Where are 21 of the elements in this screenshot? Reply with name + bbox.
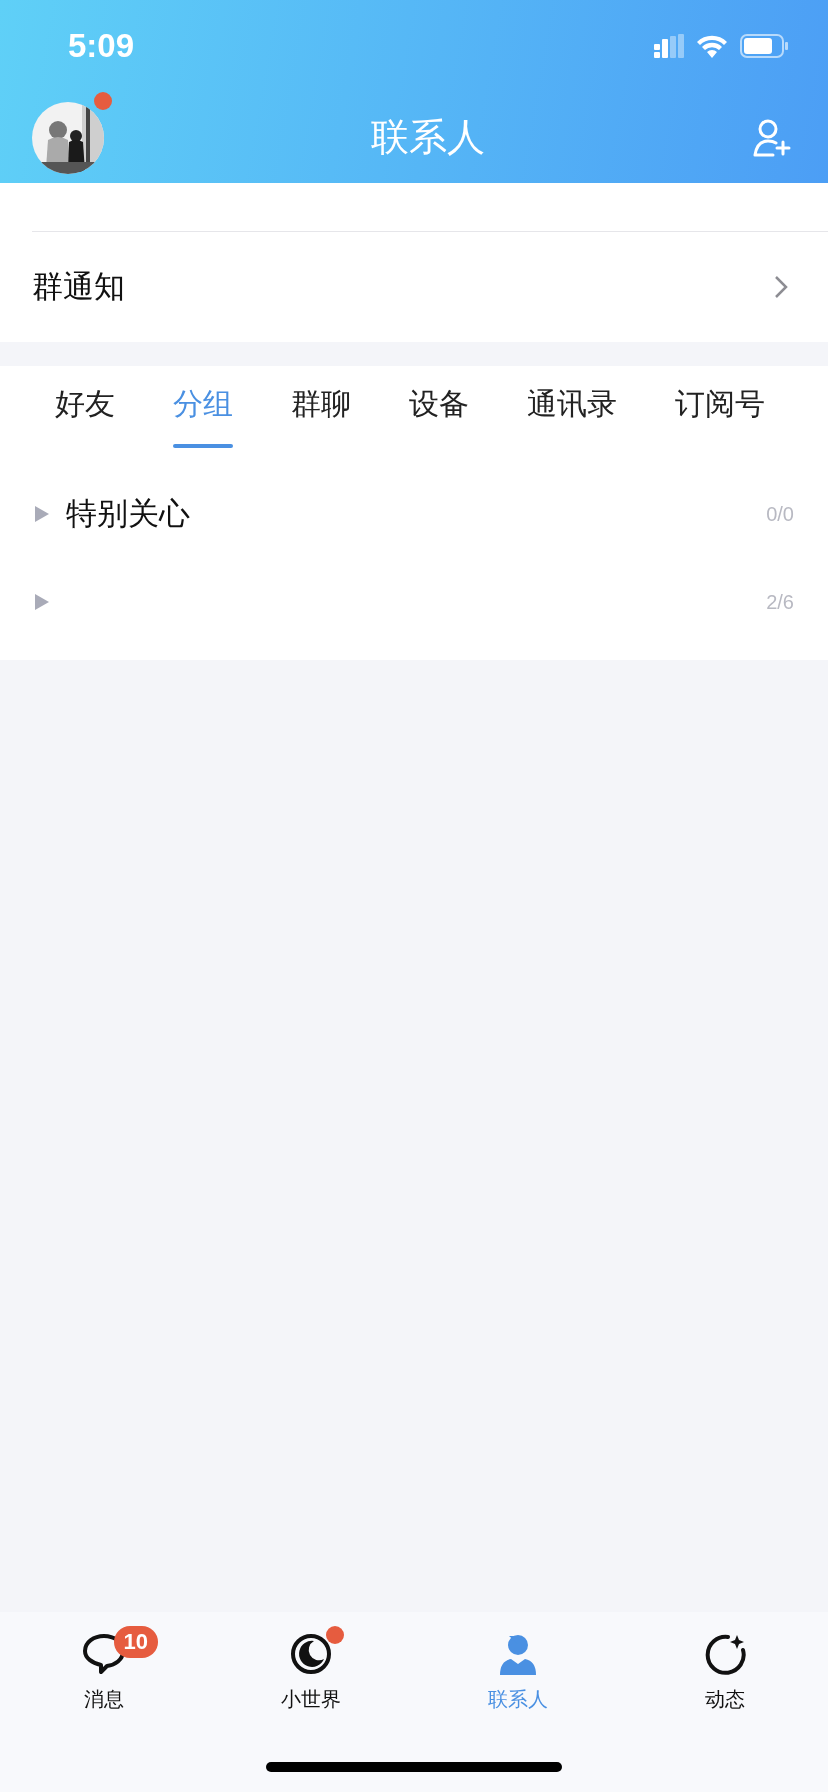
tab-bar-label[interactable]: 动态 bbox=[704, 1686, 745, 1713]
tab[interactable]: 通讯录 bbox=[527, 384, 617, 448]
battery-icon bbox=[740, 34, 788, 58]
row-label: 群通知 bbox=[32, 267, 126, 306]
tab[interactable]: 群聊 bbox=[291, 384, 351, 448]
add-contact-icon[interactable] bbox=[752, 117, 792, 158]
tab-bar-label[interactable]: 小世界 bbox=[280, 1686, 341, 1713]
signal-icon bbox=[654, 34, 684, 58]
unread-badge: 10 bbox=[113, 1626, 158, 1658]
wifi-icon bbox=[696, 34, 728, 58]
tab-bar-label[interactable]: 消息 bbox=[83, 1686, 124, 1713]
group-count: 2/6 bbox=[766, 590, 794, 614]
page-title: 联系人 bbox=[370, 114, 486, 161]
tab[interactable]: 好友 bbox=[55, 384, 115, 448]
chevron-icon bbox=[774, 275, 788, 299]
tab[interactable]: 订阅号 bbox=[675, 384, 765, 448]
tab[interactable]: 设备 bbox=[409, 384, 469, 448]
group-count: 0/0 bbox=[766, 502, 794, 526]
group-row[interactable]: 特别关心 0/0 bbox=[0, 470, 828, 558]
status-time: 5:09 bbox=[68, 27, 136, 65]
group-name: 特别关心 bbox=[66, 494, 191, 533]
